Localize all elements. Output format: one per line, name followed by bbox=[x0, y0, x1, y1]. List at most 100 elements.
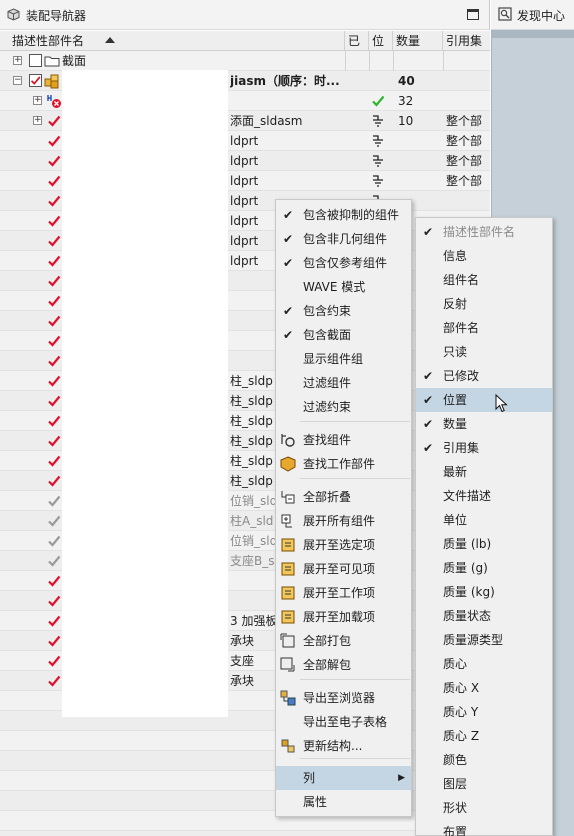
context-menu-item[interactable]: WAVE 模式 bbox=[276, 275, 411, 299]
load-status-check-icon[interactable] bbox=[47, 434, 61, 448]
columns-submenu-item[interactable]: 质量 (lb) bbox=[416, 532, 552, 556]
columns-submenu-item[interactable]: 图层 bbox=[416, 772, 552, 796]
col-header-name-label: 描述性部件名 bbox=[12, 34, 85, 48]
visibility-checkbox[interactable] bbox=[29, 74, 42, 87]
columns-submenu-item[interactable]: 组件名 bbox=[416, 268, 552, 292]
context-menu-item[interactable]: 查找工作部件 bbox=[276, 452, 411, 476]
load-status-check-icon[interactable] bbox=[47, 374, 61, 388]
load-status-check-icon[interactable] bbox=[47, 194, 61, 208]
columns-submenu-item[interactable]: 最新 bbox=[416, 460, 552, 484]
context-menu-item[interactable]: 属性 bbox=[276, 790, 411, 814]
columns-submenu-item[interactable]: 单位 bbox=[416, 508, 552, 532]
expand-toggle-icon[interactable]: + bbox=[33, 96, 42, 105]
context-menu-item[interactable]: 更新结构... bbox=[276, 734, 411, 758]
context-menu-item[interactable]: ✔ 包含约束 bbox=[276, 299, 411, 323]
load-status-check-icon[interactable] bbox=[47, 554, 61, 568]
visibility-checkbox[interactable] bbox=[29, 54, 42, 67]
columns-submenu-item[interactable]: ✔ 描述性部件名 bbox=[416, 220, 552, 244]
context-menu-item[interactable]: 列 ▶ bbox=[276, 766, 411, 790]
columns-submenu-item[interactable]: 质量 (g) bbox=[416, 556, 552, 580]
component-reference-set: 整个部 bbox=[446, 154, 483, 168]
load-status-check-icon[interactable] bbox=[47, 474, 61, 488]
columns-submenu-item[interactable]: 质量源类型 bbox=[416, 628, 552, 652]
context-menu-item[interactable]: 展开至可见项 bbox=[276, 557, 411, 581]
columns-submenu-item[interactable]: ✔ 数量 bbox=[416, 412, 552, 436]
columns-submenu-item[interactable]: 质量状态 bbox=[416, 604, 552, 628]
load-status-check-icon[interactable] bbox=[47, 594, 61, 608]
columns-submenu-item[interactable]: 质量 (kg) bbox=[416, 580, 552, 604]
context-menu-item[interactable]: 显示组件组 bbox=[276, 347, 411, 371]
context-menu-item[interactable]: 全部解包 bbox=[276, 653, 411, 677]
context-menu-item[interactable]: 过滤约束 bbox=[276, 395, 411, 419]
columns-submenu-item[interactable]: ✔ 位置 bbox=[416, 388, 552, 412]
load-status-check-icon[interactable] bbox=[47, 154, 61, 168]
collapse-toggle-icon[interactable]: − bbox=[13, 76, 22, 85]
maximize-button[interactable] bbox=[467, 9, 479, 20]
columns-submenu-item[interactable]: 布置 bbox=[416, 820, 552, 836]
load-status-check-icon[interactable] bbox=[47, 294, 61, 308]
load-status-check-icon[interactable] bbox=[47, 174, 61, 188]
col-header-position[interactable]: 位 bbox=[369, 31, 393, 51]
columns-submenu-item[interactable]: 只读 bbox=[416, 340, 552, 364]
context-menu-item[interactable]: 全部打包 bbox=[276, 629, 411, 653]
load-status-check-icon[interactable] bbox=[47, 314, 61, 328]
columns-submenu-item[interactable]: 信息 bbox=[416, 244, 552, 268]
columns-submenu-item[interactable]: 质心 bbox=[416, 652, 552, 676]
columns-submenu-item[interactable]: 反射 bbox=[416, 292, 552, 316]
expand-toggle-icon[interactable]: + bbox=[33, 116, 42, 125]
context-menu-item[interactable]: 过滤组件 bbox=[276, 371, 411, 395]
columns-submenu-item[interactable]: 部件名 bbox=[416, 316, 552, 340]
load-status-check-icon[interactable] bbox=[47, 334, 61, 348]
col-header-reference-set[interactable]: 引用集 bbox=[443, 31, 490, 51]
context-menu-item-label: 包含约束 bbox=[303, 304, 352, 318]
load-status-check-icon[interactable] bbox=[47, 614, 61, 628]
columns-submenu-item[interactable]: 质心 Y bbox=[416, 700, 552, 724]
context-menu-item[interactable]: 展开所有组件 bbox=[276, 509, 411, 533]
context-menu-item[interactable]: ✔ 包含非几何组件 bbox=[276, 227, 411, 251]
load-status-check-icon[interactable] bbox=[47, 574, 61, 588]
menu-separator bbox=[300, 679, 410, 680]
tab-discovery-center[interactable]: 发现中心 bbox=[491, 0, 574, 30]
context-menu-item[interactable]: 展开至加载项 bbox=[276, 605, 411, 629]
columns-submenu-item[interactable]: ✔ 引用集 bbox=[416, 436, 552, 460]
context-menu-item[interactable]: 展开至选定项 bbox=[276, 533, 411, 557]
col-header-reference-set-label: 引用集 bbox=[446, 34, 483, 48]
columns-submenu-item[interactable]: ✔ 已修改 bbox=[416, 364, 552, 388]
load-status-check-icon[interactable] bbox=[47, 534, 61, 548]
load-status-check-icon[interactable] bbox=[47, 134, 61, 148]
tree-row-section[interactable]: + 截面 bbox=[0, 51, 490, 71]
columns-submenu-item[interactable]: 文件描述 bbox=[416, 484, 552, 508]
context-menu-item[interactable]: ✔ 包含被抑制的组件 bbox=[276, 203, 411, 227]
load-status-check-icon[interactable] bbox=[47, 234, 61, 248]
context-menu-item[interactable]: 展开至工作项 bbox=[276, 581, 411, 605]
col-header-quantity[interactable]: 数量 bbox=[393, 31, 443, 51]
context-menu-item[interactable]: 导出至电子表格 bbox=[276, 710, 411, 734]
context-menu-item[interactable]: 查找组件 bbox=[276, 428, 411, 452]
columns-submenu-item[interactable]: 形状 bbox=[416, 796, 552, 820]
load-status-check-icon[interactable] bbox=[47, 394, 61, 408]
checkmark-icon: ✔ bbox=[283, 256, 294, 270]
load-status-check-icon[interactable] bbox=[47, 514, 61, 528]
load-status-check-icon[interactable] bbox=[47, 634, 61, 648]
context-menu-item[interactable]: 导出至浏览器 bbox=[276, 686, 411, 710]
context-menu-item[interactable]: ✔ 包含仅参考组件 bbox=[276, 251, 411, 275]
col-header-name[interactable]: 描述性部件名 bbox=[9, 31, 345, 51]
load-status-check-icon[interactable] bbox=[47, 494, 61, 508]
load-status-check-icon[interactable] bbox=[47, 454, 61, 468]
load-status-check-icon[interactable] bbox=[47, 114, 61, 128]
context-menu-item[interactable]: ✔ 包含截面 bbox=[276, 323, 411, 347]
columns-submenu-item[interactable]: 颜色 bbox=[416, 748, 552, 772]
expand-toggle-icon[interactable]: + bbox=[13, 56, 22, 65]
columns-submenu-item[interactable]: 质心 X bbox=[416, 676, 552, 700]
fixed-ground-icon bbox=[373, 115, 383, 127]
load-status-check-icon[interactable] bbox=[47, 674, 61, 688]
load-status-check-icon[interactable] bbox=[47, 214, 61, 228]
load-status-check-icon[interactable] bbox=[47, 354, 61, 368]
load-status-check-icon[interactable] bbox=[47, 414, 61, 428]
load-status-check-icon[interactable] bbox=[47, 254, 61, 268]
context-menu-item[interactable]: 全部折叠 bbox=[276, 485, 411, 509]
load-status-check-icon[interactable] bbox=[47, 654, 61, 668]
load-status-check-icon[interactable] bbox=[47, 274, 61, 288]
col-header-modified[interactable]: 已 bbox=[345, 31, 369, 51]
columns-submenu-item[interactable]: 质心 Z bbox=[416, 724, 552, 748]
